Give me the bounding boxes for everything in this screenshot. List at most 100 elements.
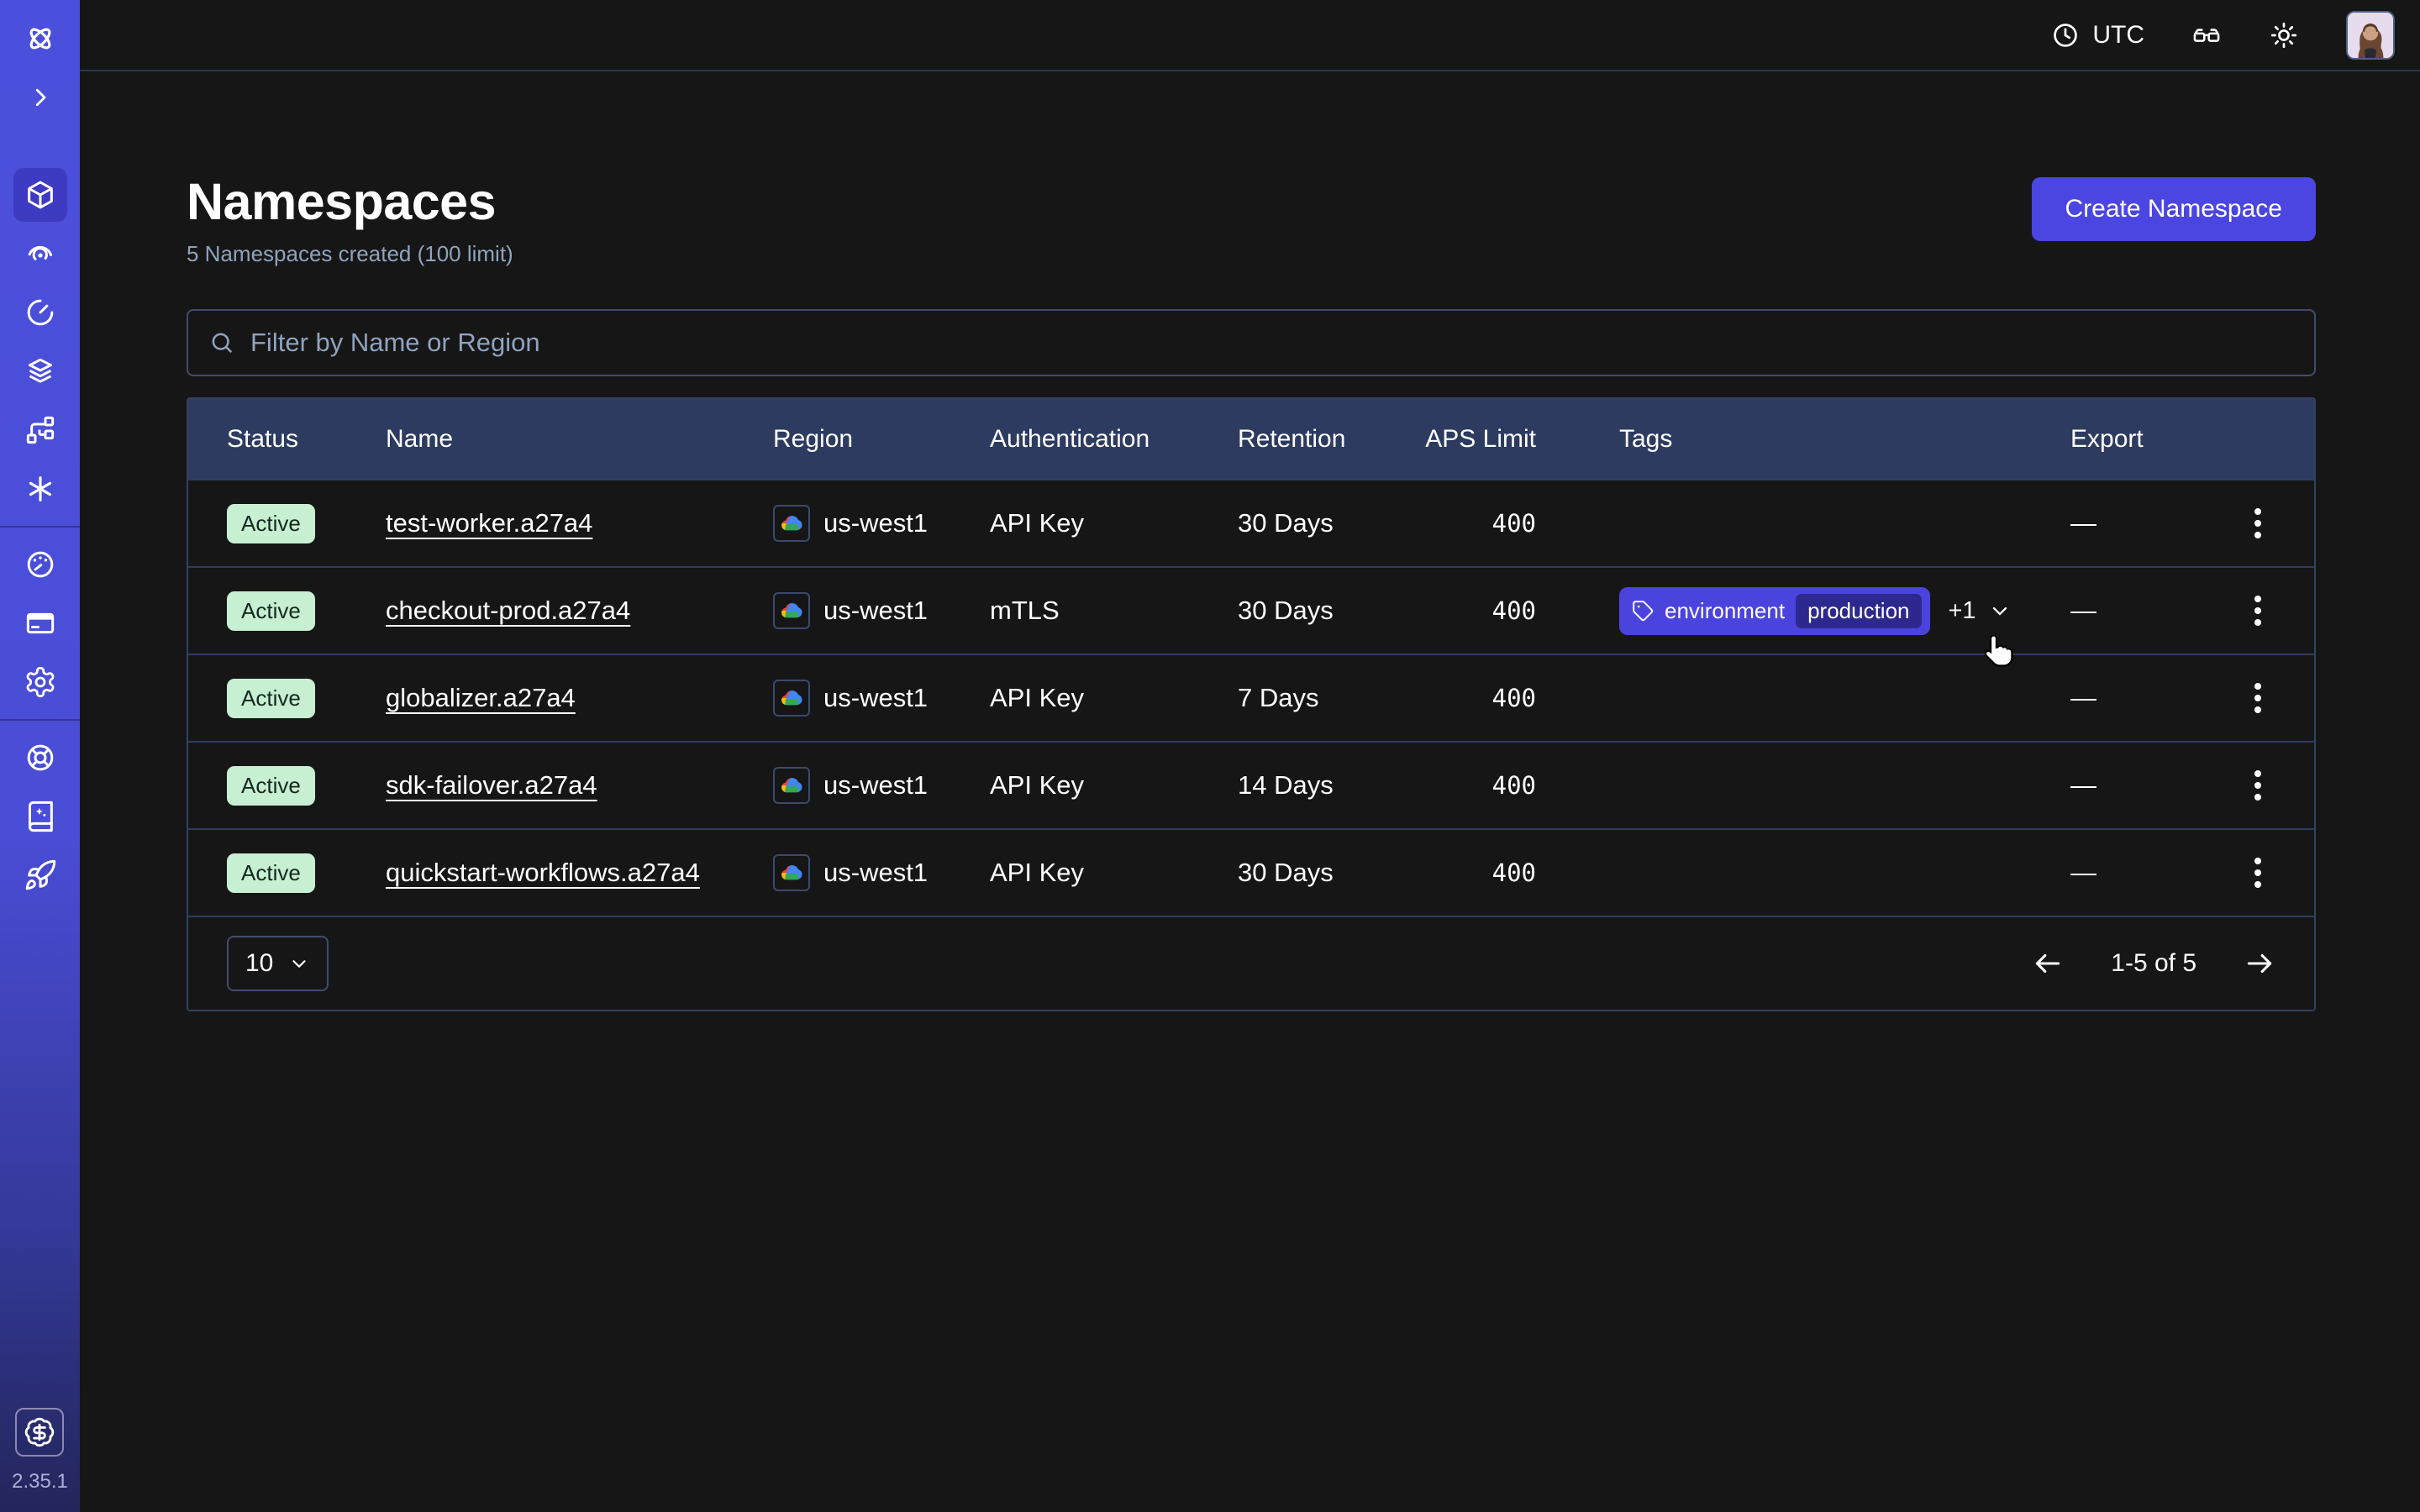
region-label: us-west1 (823, 683, 928, 713)
tag-value: production (1796, 594, 1921, 628)
retention-value: 30 Days (1238, 596, 1381, 626)
temporal-logo-icon[interactable] (13, 12, 67, 66)
rocket-icon[interactable] (13, 848, 67, 902)
pagination: 10 1-5 of 5 (188, 916, 2314, 1010)
credit-card-icon[interactable] (13, 596, 67, 650)
search-icon (208, 329, 235, 356)
aps-value: 400 (1381, 771, 1536, 800)
col-aps-limit: APS Limit (1381, 425, 1536, 454)
status-badge: Active (227, 679, 315, 718)
row-menu-kebab[interactable] (2248, 589, 2268, 633)
gcp-cloud-icon (773, 767, 810, 804)
cube-icon[interactable] (13, 168, 67, 222)
auth-value: API Key (990, 858, 1238, 888)
lifebuoy-icon[interactable] (13, 731, 67, 785)
gear-icon[interactable] (13, 655, 67, 709)
tags-more-count: +1 (1949, 597, 1976, 625)
export-value: — (2070, 683, 2240, 713)
auth-value: API Key (990, 683, 1238, 713)
namespace-filter[interactable] (187, 309, 2316, 376)
row-menu-kebab[interactable] (2248, 764, 2268, 807)
badge-dollar-icon[interactable] (15, 1408, 64, 1457)
aps-value: 400 (1381, 684, 1536, 712)
user-avatar[interactable] (2346, 11, 2395, 60)
gcp-cloud-icon (773, 680, 810, 717)
tag-key: environment (1665, 598, 1785, 624)
col-export: Export (2070, 425, 2240, 454)
tags-expand[interactable]: +1 (1949, 597, 2012, 625)
sun-icon[interactable] (2269, 20, 2299, 50)
gcp-cloud-icon (773, 854, 810, 891)
namespace-link[interactable]: quickstart-workflows.a27a4 (386, 858, 700, 887)
export-value: — (2070, 508, 2240, 538)
table-row: Active globalizer.a27a4 us-west1 API Key… (188, 654, 2314, 741)
auth-value: mTLS (990, 596, 1238, 626)
sidebar-divider (0, 526, 80, 528)
page-subtitle: 5 Namespaces created (100 limit) (187, 241, 513, 267)
branch-nodes-icon[interactable] (13, 403, 67, 457)
table-row: Active quickstart-workflows.a27a4 us-wes… (188, 828, 2314, 916)
table-row: Active sdk-failover.a27a4 us-west1 API K… (188, 741, 2314, 828)
main-content: Namespaces 5 Namespaces created (100 lim… (80, 71, 2420, 1512)
aps-value: 400 (1381, 596, 1536, 625)
status-badge: Active (227, 591, 315, 631)
timer-icon[interactable] (13, 286, 67, 339)
row-menu-kebab[interactable] (2248, 676, 2268, 720)
status-badge: Active (227, 766, 315, 806)
region-label: us-west1 (823, 858, 928, 888)
page-size-select[interactable]: 10 (227, 936, 329, 991)
page-size-value: 10 (245, 949, 273, 978)
clock-icon (2050, 20, 2081, 50)
eye-spiral-icon[interactable] (13, 227, 67, 281)
row-menu-kebab[interactable] (2248, 501, 2268, 545)
table-row: Active checkout-prod.a27a4 us-west1 mTLS… (188, 566, 2314, 654)
auth-value: API Key (990, 508, 1238, 538)
auth-value: API Key (990, 770, 1238, 801)
status-badge: Active (227, 504, 315, 543)
glasses-icon[interactable] (2191, 20, 2222, 50)
app-version: 2.35.1 (12, 1470, 68, 1494)
region-label: us-west1 (823, 770, 928, 801)
export-value: — (2070, 770, 2240, 801)
col-status: Status (227, 425, 386, 454)
region-label: us-west1 (823, 596, 928, 626)
layers-icon[interactable] (13, 344, 67, 398)
gauge-icon[interactable] (13, 538, 67, 591)
gcp-cloud-icon (773, 592, 810, 629)
namespaces-table: Status Name Region Authentication Retent… (187, 397, 2316, 1011)
retention-value: 30 Days (1238, 858, 1381, 888)
aps-value: 400 (1381, 858, 1536, 887)
col-name: Name (386, 425, 773, 454)
namespace-link[interactable]: test-worker.a27a4 (386, 508, 592, 538)
sidebar-divider (0, 719, 80, 721)
namespace-link[interactable]: sdk-failover.a27a4 (386, 770, 597, 800)
status-badge: Active (227, 853, 315, 893)
timezone-selector[interactable]: UTC (2050, 20, 2144, 50)
arrow-right-icon[interactable] (2244, 948, 2275, 979)
pagination-range: 1-5 of 5 (2111, 949, 2196, 978)
create-namespace-button[interactable]: Create Namespace (2032, 177, 2316, 241)
retention-value: 30 Days (1238, 508, 1381, 538)
retention-value: 7 Days (1238, 683, 1381, 713)
chevron-right-icon[interactable] (13, 71, 67, 124)
col-region: Region (773, 425, 990, 454)
namespace-link[interactable]: checkout-prod.a27a4 (386, 596, 630, 625)
row-menu-kebab[interactable] (2248, 851, 2268, 895)
region-label: us-west1 (823, 508, 928, 538)
namespace-link[interactable]: globalizer.a27a4 (386, 683, 576, 712)
sidebar-bottom: 2.35.1 (12, 1408, 68, 1512)
aps-value: 400 (1381, 509, 1536, 538)
export-value: — (2070, 596, 2240, 626)
col-retention: Retention (1238, 425, 1381, 454)
tag-pill[interactable]: environment production (1619, 587, 1930, 635)
tag-icon (1632, 600, 1654, 622)
table-row: Active test-worker.a27a4 us-west1 API Ke… (188, 479, 2314, 566)
arrow-left-icon[interactable] (2032, 948, 2064, 979)
topbar: UTC (80, 0, 2420, 71)
book-sparkles-icon[interactable] (13, 790, 67, 843)
export-value: — (2070, 858, 2240, 888)
search-input[interactable] (250, 328, 2294, 358)
timezone-label: UTC (2092, 21, 2144, 50)
table-header: Status Name Region Authentication Retent… (188, 399, 2314, 479)
asterisk-icon[interactable] (13, 462, 67, 516)
